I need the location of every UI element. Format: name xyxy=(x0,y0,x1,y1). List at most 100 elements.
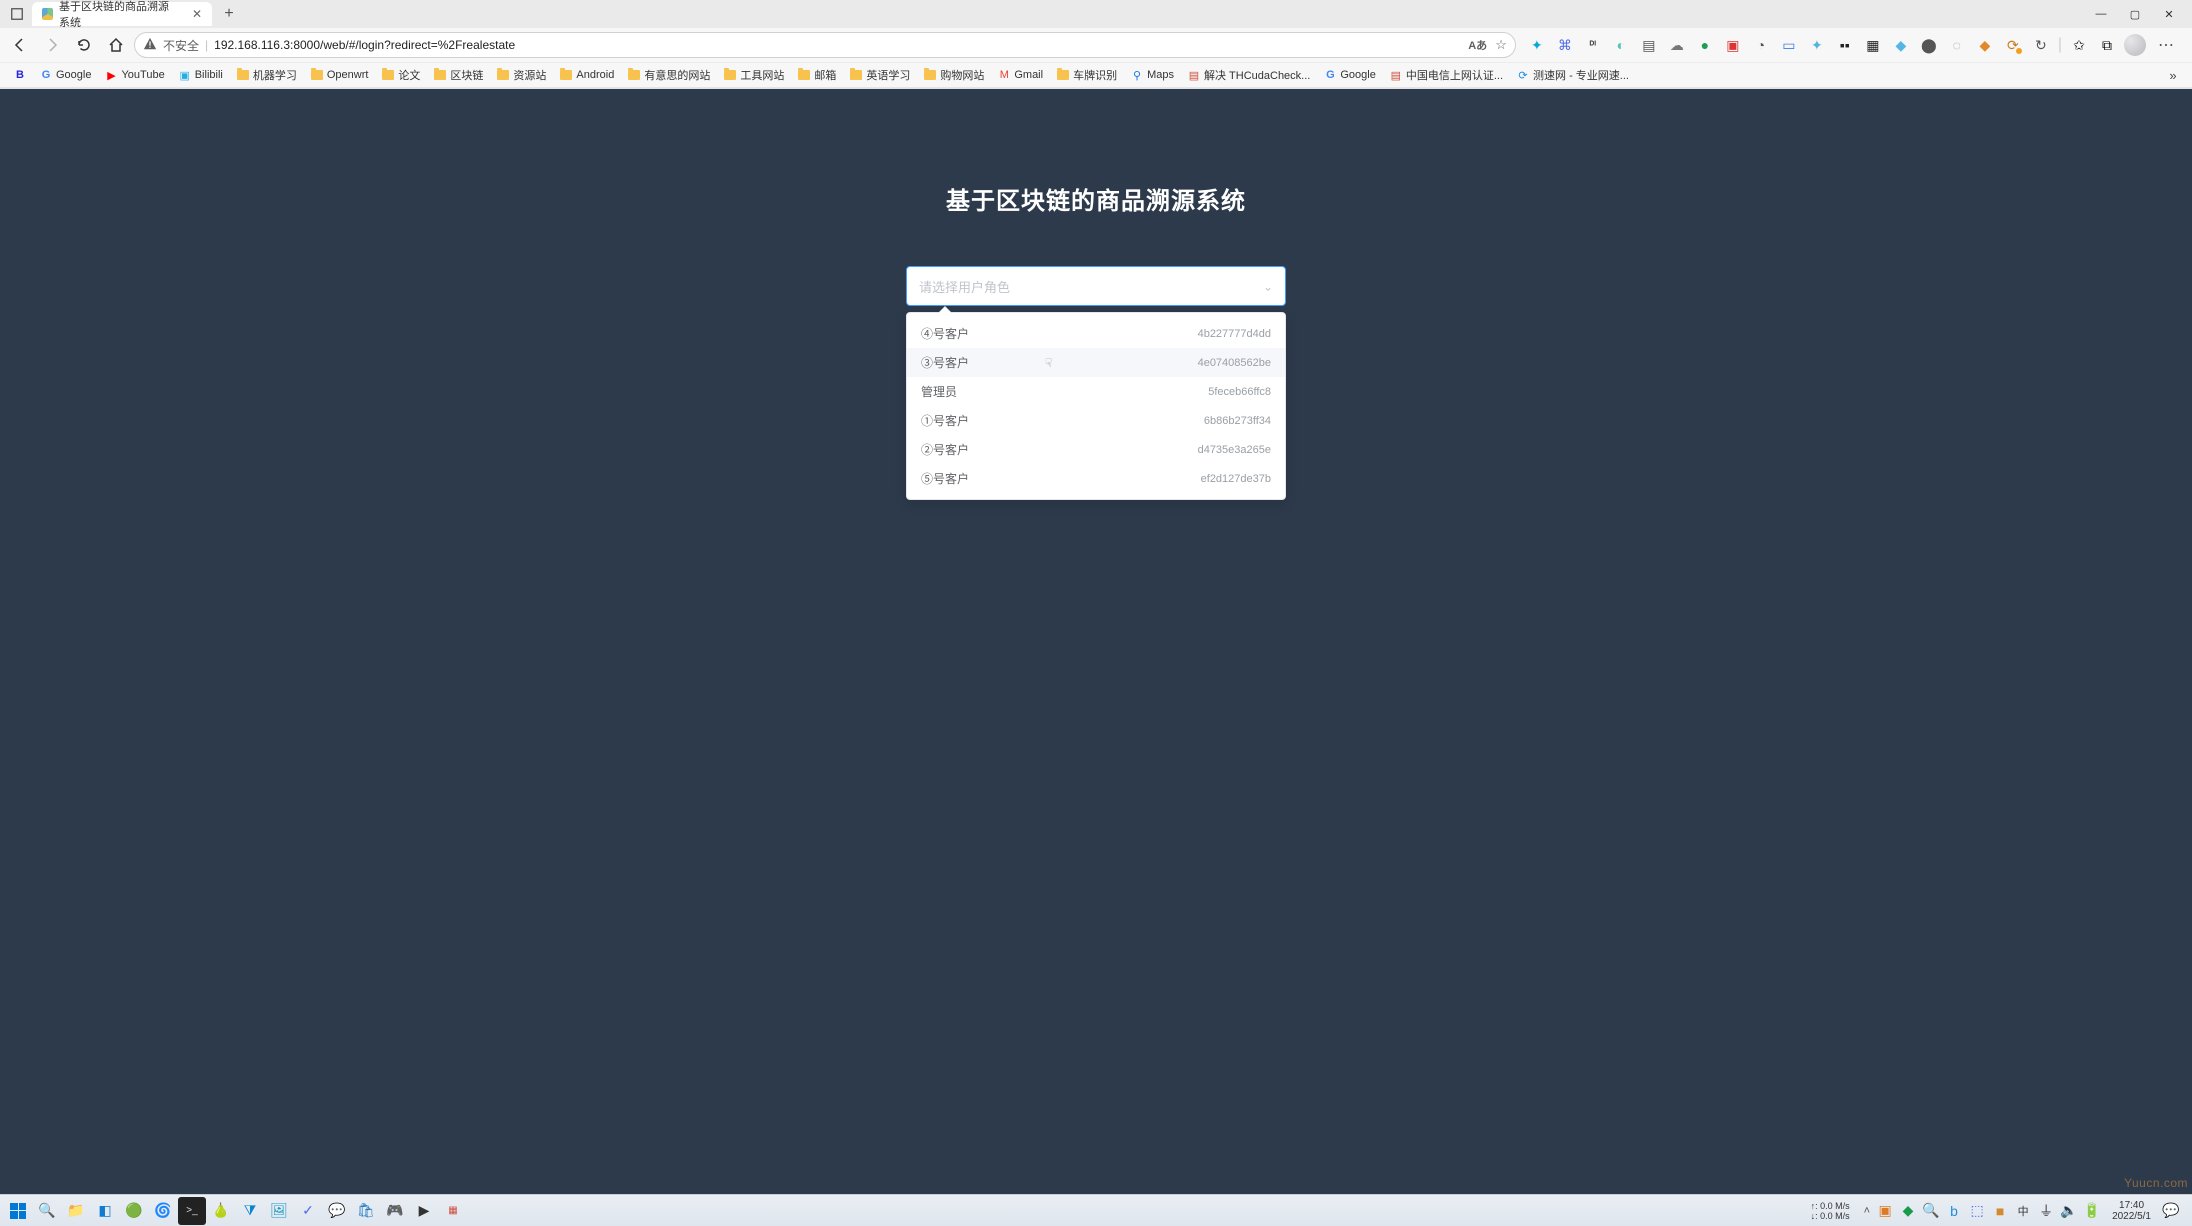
bookmark-item[interactable]: 工具网站 xyxy=(718,65,790,85)
role-dropdown-item[interactable]: ③号客户☟4e07408562be xyxy=(907,348,1285,377)
collections-icon[interactable]: ⧉ xyxy=(2096,34,2118,56)
insecure-icon xyxy=(143,37,157,54)
tray-icon-1[interactable]: ▣ xyxy=(1876,1202,1894,1220)
tray-icon-4[interactable]: b xyxy=(1945,1202,1963,1220)
media-icon[interactable]: ▶ xyxy=(410,1197,438,1225)
bookmark-item[interactable]: 机器学习 xyxy=(231,65,303,85)
bookmark-item[interactable]: ⟳测速网 - 专业网速... xyxy=(1511,65,1635,85)
bookmark-item[interactable]: MGmail xyxy=(992,67,1049,83)
edge-alt-icon[interactable]: ◧ xyxy=(91,1197,119,1225)
ext-icon-8[interactable]: ▣ xyxy=(1722,34,1744,56)
bookmark-item[interactable]: 资源站 xyxy=(491,65,552,85)
bookmark-item[interactable]: 区块链 xyxy=(428,65,489,85)
ext-icon-2[interactable]: ⌘ xyxy=(1554,34,1576,56)
bookmark-item[interactable]: Android xyxy=(554,67,620,83)
watermark-text: Yuucn.com xyxy=(2124,1176,2188,1190)
ext-icon-3[interactable]: ᴰᴵ xyxy=(1582,34,1604,56)
tray-icon-6[interactable]: ■ xyxy=(1991,1202,2009,1220)
terminal-icon[interactable]: >_ xyxy=(178,1197,206,1225)
tray-icon-2[interactable]: ◆ xyxy=(1899,1202,1917,1220)
tray-icon-3[interactable]: 🔍 xyxy=(1922,1202,1940,1220)
pear-icon[interactable]: 🍐 xyxy=(207,1197,235,1225)
ext-icon-6[interactable]: ☁ xyxy=(1666,34,1688,56)
msstore-icon[interactable]: 🛍 xyxy=(352,1197,380,1225)
search-button[interactable]: 🔍 xyxy=(33,1197,61,1225)
ext-icon-18[interactable]: ⟳ xyxy=(2002,34,2024,56)
bookmark-item[interactable]: 论文 xyxy=(376,65,426,85)
new-tab-button[interactable]: + xyxy=(218,3,240,25)
role-dropdown-item[interactable]: 管理员5feceb66ffc8 xyxy=(907,377,1285,406)
role-dropdown-item[interactable]: ⑤号客户ef2d127de37b xyxy=(907,464,1285,493)
explorer-icon[interactable]: 📁 xyxy=(62,1197,90,1225)
app-viewport: 基于区块链的商品溯源系统 请选择用户角色 ⌃ ④号客户4b227777d4dd③… xyxy=(0,89,2192,1194)
tray-wifi-icon[interactable]: ⏚ xyxy=(2037,1202,2055,1220)
ext-icon-5[interactable]: ▤ xyxy=(1638,34,1660,56)
edge-icon[interactable]: 🌀 xyxy=(149,1197,177,1225)
ext-icon-13[interactable]: ▦ xyxy=(1862,34,1884,56)
bookmarks-overflow-button[interactable]: » xyxy=(2162,64,2184,86)
taskbar-clock[interactable]: 17:40 2022/5/1 xyxy=(2108,1200,2155,1222)
app-icon-1[interactable]: ▦ xyxy=(439,1197,467,1225)
profile-avatar[interactable] xyxy=(2124,34,2146,56)
bookmark-item[interactable]: ⚲Maps xyxy=(1125,67,1180,83)
window-maximize-button[interactable]: ▢ xyxy=(2118,0,2152,28)
nav-forward-button[interactable] xyxy=(38,31,66,59)
ext-icon-7[interactable]: ● xyxy=(1694,34,1716,56)
ext-icon-16[interactable]: ◌ xyxy=(1946,34,1968,56)
vscode-icon[interactable]: ⧩ xyxy=(236,1197,264,1225)
nav-reload-button[interactable] xyxy=(70,31,98,59)
bookmark-item[interactable]: 有意思的网站 xyxy=(622,65,716,85)
bookmark-item[interactable]: 车牌识别 xyxy=(1051,65,1123,85)
ext-icon-10[interactable]: ▭ xyxy=(1778,34,1800,56)
nav-back-button[interactable] xyxy=(6,31,34,59)
bookmark-item[interactable]: ▤中国电信上网认证... xyxy=(1384,65,1509,85)
tray-battery-icon[interactable]: 🔋 xyxy=(2083,1202,2101,1220)
browser-menu-button[interactable]: ⋯ xyxy=(2152,31,2180,59)
todo-icon[interactable]: ✓ xyxy=(294,1197,322,1225)
favorite-star-icon[interactable]: ☆ xyxy=(1495,37,1507,53)
role-select[interactable]: 请选择用户角色 ⌃ xyxy=(906,266,1286,306)
start-button[interactable] xyxy=(4,1197,32,1225)
reader-mode-icon[interactable]: Aあ xyxy=(1468,37,1487,53)
bookmark-item[interactable]: 购物网站 xyxy=(918,65,990,85)
role-dropdown-item[interactable]: ①号客户6b86b273ff34 xyxy=(907,406,1285,435)
window-close-button[interactable]: ✕ xyxy=(2152,0,2186,28)
ext-icon-12[interactable]: ▪▪ xyxy=(1834,34,1856,56)
tray-icon-5[interactable]: ⬚ xyxy=(1968,1202,1986,1220)
bookmark-item[interactable]: GGoogle xyxy=(34,67,97,83)
tray-volume-icon[interactable]: 🔈 xyxy=(2060,1202,2078,1220)
favorites-icon[interactable]: ✩ xyxy=(2068,34,2090,56)
bookmark-item[interactable]: ▤解决 THCudaCheck... xyxy=(1182,65,1316,85)
tab-overview-button[interactable] xyxy=(6,3,28,25)
gallery-icon[interactable]: 🖼 xyxy=(265,1197,293,1225)
ext-icon-15[interactable]: ⬤ xyxy=(1918,34,1940,56)
browser-tab-active[interactable]: 基于区块链的商品溯源系统 ✕ xyxy=(32,2,212,26)
ext-sync-icon[interactable]: ↻ xyxy=(2030,34,2052,56)
role-option-label: ⑤号客户 xyxy=(921,470,969,487)
ext-icon-17[interactable]: ◆ xyxy=(1974,34,1996,56)
tray-chevron-icon[interactable]: ˄ xyxy=(1864,1205,1870,1217)
bookmark-item[interactable]: GGoogle xyxy=(1318,67,1381,83)
tray-ime[interactable]: 中 xyxy=(2014,1202,2032,1220)
role-dropdown-item[interactable]: ④号客户4b227777d4dd xyxy=(907,319,1285,348)
ext-icon-1[interactable]: ✦ xyxy=(1526,34,1548,56)
bookmark-item[interactable]: ▣Bilibili xyxy=(173,67,229,83)
window-minimize-button[interactable]: — xyxy=(2084,0,2118,28)
bookmark-item[interactable]: Openwrt xyxy=(305,67,375,83)
address-bar[interactable]: 不安全 | 192.168.116.3:8000/web/#/login?red… xyxy=(134,32,1516,58)
ext-icon-11[interactable]: ✦ xyxy=(1806,34,1828,56)
xbox-icon[interactable]: 🎮 xyxy=(381,1197,409,1225)
bookmark-item[interactable]: B xyxy=(8,67,32,83)
notifications-icon[interactable]: 💬 xyxy=(2161,1197,2181,1225)
bookmark-item[interactable]: 邮箱 xyxy=(792,65,842,85)
role-dropdown-item[interactable]: ②号客户d4735e3a265e xyxy=(907,435,1285,464)
bookmark-item[interactable]: ▶YouTube xyxy=(99,67,170,83)
nav-home-button[interactable] xyxy=(102,31,130,59)
ext-icon-9[interactable]: ◔ xyxy=(1750,34,1772,56)
tab-close-button[interactable]: ✕ xyxy=(192,7,202,21)
wechat-icon[interactable]: 💬 xyxy=(323,1197,351,1225)
ext-icon-14[interactable]: ◆ xyxy=(1890,34,1912,56)
chrome-icon[interactable]: 🟢 xyxy=(120,1197,148,1225)
ext-icon-4[interactable]: ◐ xyxy=(1610,34,1632,56)
bookmark-item[interactable]: 英语学习 xyxy=(844,65,916,85)
